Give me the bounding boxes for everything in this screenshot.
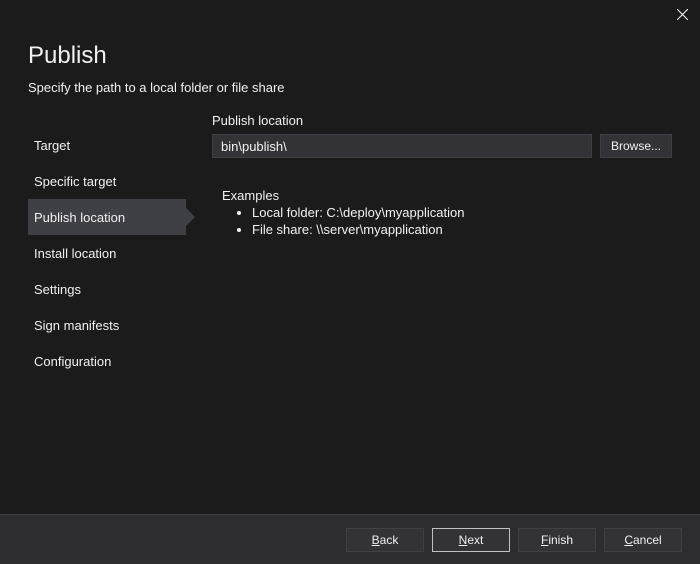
main-panel: Publish location Browse... Examples Loca… bbox=[208, 113, 672, 379]
sidebar-item-label: Specific target bbox=[34, 174, 116, 189]
page-subtitle: Specify the path to a local folder or fi… bbox=[28, 80, 672, 95]
browse-button[interactable]: Browse... bbox=[600, 134, 672, 158]
header: Publish Specify the path to a local fold… bbox=[0, 28, 700, 95]
sidebar-item-specific-target[interactable]: Specific target bbox=[28, 163, 186, 199]
close-icon bbox=[677, 9, 688, 20]
close-button[interactable] bbox=[670, 4, 694, 24]
examples-section: Examples Local folder: C:\deploy\myappli… bbox=[212, 188, 672, 239]
cancel-button-rest: ancel bbox=[633, 533, 662, 547]
content: Target Specific target Publish location … bbox=[0, 95, 700, 379]
cancel-button[interactable]: Cancel bbox=[604, 528, 682, 552]
sidebar-item-install-location[interactable]: Install location bbox=[28, 235, 186, 271]
back-button-rest: ack bbox=[380, 533, 399, 547]
finish-button[interactable]: Finish bbox=[518, 528, 596, 552]
footer: Back Next Finish Cancel bbox=[0, 514, 700, 564]
next-button-rest: ext bbox=[467, 533, 483, 547]
sidebar-item-configuration[interactable]: Configuration bbox=[28, 343, 186, 379]
sidebar-item-label: Publish location bbox=[34, 210, 125, 225]
page-title: Publish bbox=[28, 42, 672, 70]
sidebar-item-label: Sign manifests bbox=[34, 318, 119, 333]
sidebar-item-settings[interactable]: Settings bbox=[28, 271, 186, 307]
sidebar-item-publish-location[interactable]: Publish location bbox=[28, 199, 186, 235]
sidebar: Target Specific target Publish location … bbox=[28, 113, 208, 379]
example-item: Local folder: C:\deploy\myapplication bbox=[252, 205, 672, 222]
titlebar bbox=[0, 0, 700, 28]
example-item: File share: \\server\myapplication bbox=[252, 222, 672, 239]
sidebar-item-label: Target bbox=[34, 138, 70, 153]
publish-location-label: Publish location bbox=[212, 113, 672, 128]
sidebar-item-sign-manifests[interactable]: Sign manifests bbox=[28, 307, 186, 343]
back-button[interactable]: Back bbox=[346, 528, 424, 552]
sidebar-item-label: Install location bbox=[34, 246, 116, 261]
input-row: Browse... bbox=[212, 134, 672, 158]
sidebar-item-label: Configuration bbox=[34, 354, 111, 369]
publish-location-input[interactable] bbox=[212, 134, 592, 158]
finish-button-rest: inish bbox=[548, 533, 573, 547]
examples-title: Examples bbox=[222, 188, 672, 203]
sidebar-item-target[interactable]: Target bbox=[28, 127, 186, 163]
next-button[interactable]: Next bbox=[432, 528, 510, 552]
examples-list: Local folder: C:\deploy\myapplication Fi… bbox=[222, 205, 672, 239]
sidebar-item-label: Settings bbox=[34, 282, 81, 297]
